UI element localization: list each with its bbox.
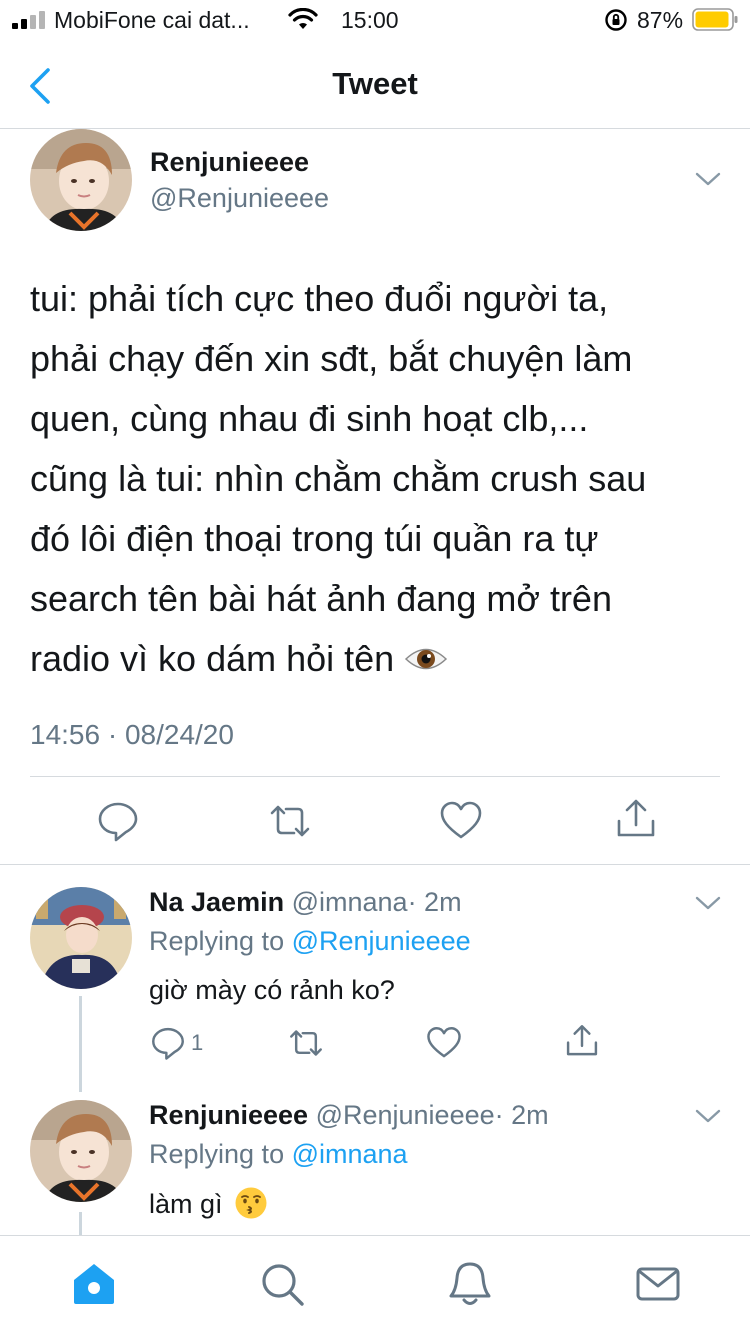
- mention-link[interactable]: @imnana: [292, 1139, 408, 1169]
- eye-emoji-icon: [405, 648, 448, 670]
- author-handle[interactable]: @Renjunieeee: [150, 183, 329, 214]
- reply-icon[interactable]: [96, 799, 140, 843]
- page-title: Tweet: [332, 66, 418, 101]
- battery-percentage: 87%: [637, 7, 684, 33]
- author-name[interactable]: Renjunieeee: [149, 1100, 308, 1130]
- bottom-tab-bar: [0, 1235, 750, 1334]
- tweet-text-last-line: radio vì ko dám hỏi tên: [30, 629, 730, 689]
- tweet-age: · 2m: [494, 1100, 549, 1130]
- carrier-name: MobiFone cai dat...: [54, 7, 250, 33]
- reply-count: 1: [191, 1030, 204, 1055]
- reply-header: Na Jaemin @imnana· 2m: [149, 887, 462, 918]
- retweet-icon[interactable]: [288, 1025, 324, 1061]
- chevron-down-icon[interactable]: [694, 169, 722, 189]
- replying-to: Replying to @imnana: [149, 1139, 408, 1170]
- retweet-icon[interactable]: [268, 799, 312, 843]
- reply-text: giờ mày có rảnh ko?: [149, 975, 395, 1005]
- author-name[interactable]: Renjunieeee: [150, 147, 309, 178]
- reply-header: Renjunieeee @Renjunieeee· 2m: [149, 1100, 549, 1131]
- reply-icon[interactable]: [150, 1025, 186, 1061]
- avatar[interactable]: [30, 887, 132, 989]
- cellular-signal-icon: [12, 11, 45, 29]
- tweet-text-line: quen, cùng nhau đi sinh hoạt clb,...: [30, 398, 589, 439]
- status-bar: MobiFone cai dat... 15:00 87%: [0, 0, 750, 40]
- search-icon[interactable]: [258, 1260, 306, 1308]
- messages-envelope-icon[interactable]: [634, 1260, 682, 1308]
- wifi-icon: [288, 8, 318, 29]
- chevron-down-icon[interactable]: [694, 893, 722, 913]
- avatar[interactable]: [30, 1100, 132, 1202]
- replying-to: Replying to @Renjunieeee: [149, 926, 471, 957]
- kissing-face-emoji-icon: [235, 1187, 267, 1219]
- orientation-lock-icon: [605, 9, 627, 31]
- tweet-text-line: search tên bài hát ảnh đang mở trên: [30, 578, 612, 619]
- author-handle[interactable]: @imnana: [292, 887, 408, 917]
- replying-to-label: Replying to: [149, 926, 285, 956]
- tweet-text-line: cũng là tui: nhìn chằm chằm crush sau: [30, 458, 647, 499]
- like-heart-icon[interactable]: [439, 799, 483, 843]
- like-heart-icon[interactable]: [426, 1025, 462, 1061]
- tweet-age: · 2m: [407, 887, 462, 917]
- tweet-text-line: phải chạy đến xin sđt, bắt chuyện làm: [30, 338, 633, 379]
- share-icon[interactable]: [564, 1023, 600, 1059]
- divider: [30, 776, 720, 777]
- notifications-bell-icon[interactable]: [446, 1260, 494, 1308]
- tweet-timestamp: 14:56 · 08/24/20: [30, 719, 234, 750]
- replying-to-label: Replying to: [149, 1139, 285, 1169]
- avatar[interactable]: [30, 129, 132, 231]
- author-name[interactable]: Na Jaemin: [149, 887, 284, 917]
- tweet-text-line: đó lôi điện thoại trong túi quần ra tự: [30, 518, 599, 559]
- battery-icon: [692, 8, 738, 31]
- thread-connector-line: [79, 996, 82, 1092]
- tweet-text: tui: phải tích cực theo đuổi người ta, p…: [30, 269, 730, 689]
- divider: [0, 864, 750, 865]
- navigation-bar: Tweet: [0, 40, 750, 129]
- mention-link[interactable]: @Renjunieeee: [292, 926, 471, 956]
- chevron-down-icon[interactable]: [694, 1106, 722, 1126]
- tweet-text-line: radio vì ko dám hỏi tên: [30, 638, 395, 679]
- status-time: 15:00: [341, 7, 399, 33]
- home-icon[interactable]: [70, 1260, 118, 1308]
- share-icon[interactable]: [614, 797, 658, 841]
- author-handle[interactable]: @Renjunieeee: [316, 1100, 495, 1130]
- reply-text-row: làm gì: [149, 1186, 268, 1220]
- reply-text: làm gì: [149, 1189, 223, 1219]
- tweet-text-line: tui: phải tích cực theo đuổi người ta,: [30, 278, 609, 319]
